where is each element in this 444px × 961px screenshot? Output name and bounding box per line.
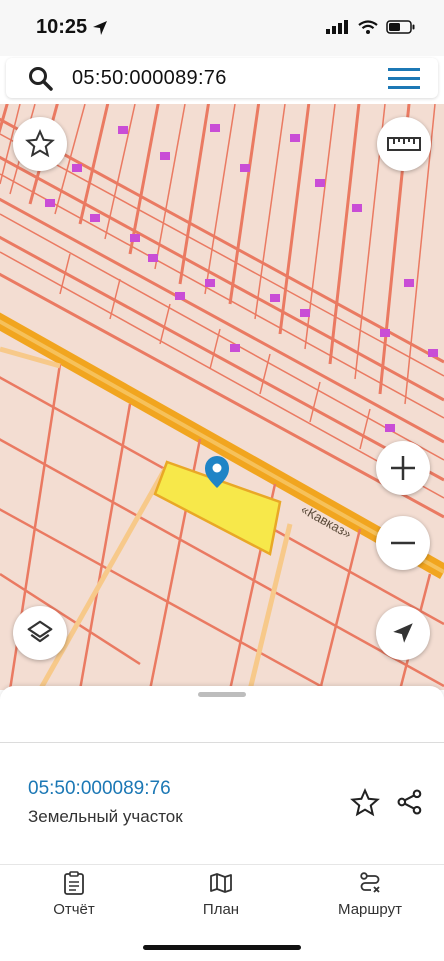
ruler-icon[interactable] bbox=[387, 134, 421, 154]
zoom-in-button[interactable] bbox=[376, 441, 430, 495]
location-arrow-icon bbox=[93, 21, 107, 35]
signal-icon bbox=[326, 20, 348, 34]
zoom-out-icon[interactable] bbox=[389, 529, 417, 557]
tab-plan-label[interactable]: План bbox=[203, 901, 239, 918]
ruler-button[interactable] bbox=[377, 117, 431, 171]
map-canvas[interactable]: «Кавказ» bbox=[0, 104, 444, 690]
navigation-arrow-icon[interactable] bbox=[390, 620, 416, 646]
zoom-in-icon[interactable] bbox=[389, 454, 417, 482]
tab-report[interactable]: Отчёт bbox=[14, 871, 134, 918]
bottom-sheet[interactable]: 05:50:000089:76 Земельный участок bbox=[0, 686, 444, 864]
search-bar[interactable]: 05:50:000089:76 bbox=[6, 58, 438, 98]
sheet-divider bbox=[0, 742, 444, 743]
zoom-out-button[interactable] bbox=[376, 516, 430, 570]
sheet-drag-handle[interactable] bbox=[198, 692, 246, 697]
cadastral-map[interactable]: «Кавказ» bbox=[0, 104, 444, 690]
tab-plan[interactable]: План bbox=[161, 871, 281, 918]
share-icon[interactable] bbox=[396, 788, 424, 816]
search-input[interactable]: 05:50:000089:76 bbox=[72, 67, 227, 90]
route-icon[interactable] bbox=[358, 871, 382, 895]
status-time: 10:25 bbox=[36, 16, 88, 38]
tab-report-label[interactable]: Отчёт bbox=[53, 901, 95, 918]
status-icons bbox=[326, 20, 416, 34]
tab-bar: Отчёт План Маршрут bbox=[0, 864, 444, 961]
tab-route-label[interactable]: Маршрут bbox=[338, 901, 402, 918]
navigation-button[interactable] bbox=[376, 606, 430, 660]
home-indicator[interactable] bbox=[143, 945, 301, 950]
layers-icon[interactable] bbox=[25, 618, 55, 648]
favorite-button[interactable] bbox=[13, 117, 67, 171]
layers-button[interactable] bbox=[13, 606, 67, 660]
clipboard-icon[interactable] bbox=[63, 871, 85, 895]
search-icon[interactable] bbox=[28, 66, 54, 92]
object-type: Земельный участок bbox=[28, 807, 183, 826]
tab-route[interactable]: Маршрут bbox=[310, 871, 430, 918]
favorite-star-icon[interactable] bbox=[350, 788, 380, 818]
status-bar: 10:25 bbox=[0, 0, 444, 56]
favorite-star-icon[interactable] bbox=[25, 129, 55, 159]
battery-icon bbox=[386, 20, 415, 34]
menu-icon[interactable] bbox=[388, 68, 420, 90]
wifi-icon bbox=[358, 20, 378, 34]
map-icon[interactable] bbox=[209, 871, 233, 895]
cadastral-number[interactable]: 05:50:000089:76 bbox=[28, 778, 171, 800]
